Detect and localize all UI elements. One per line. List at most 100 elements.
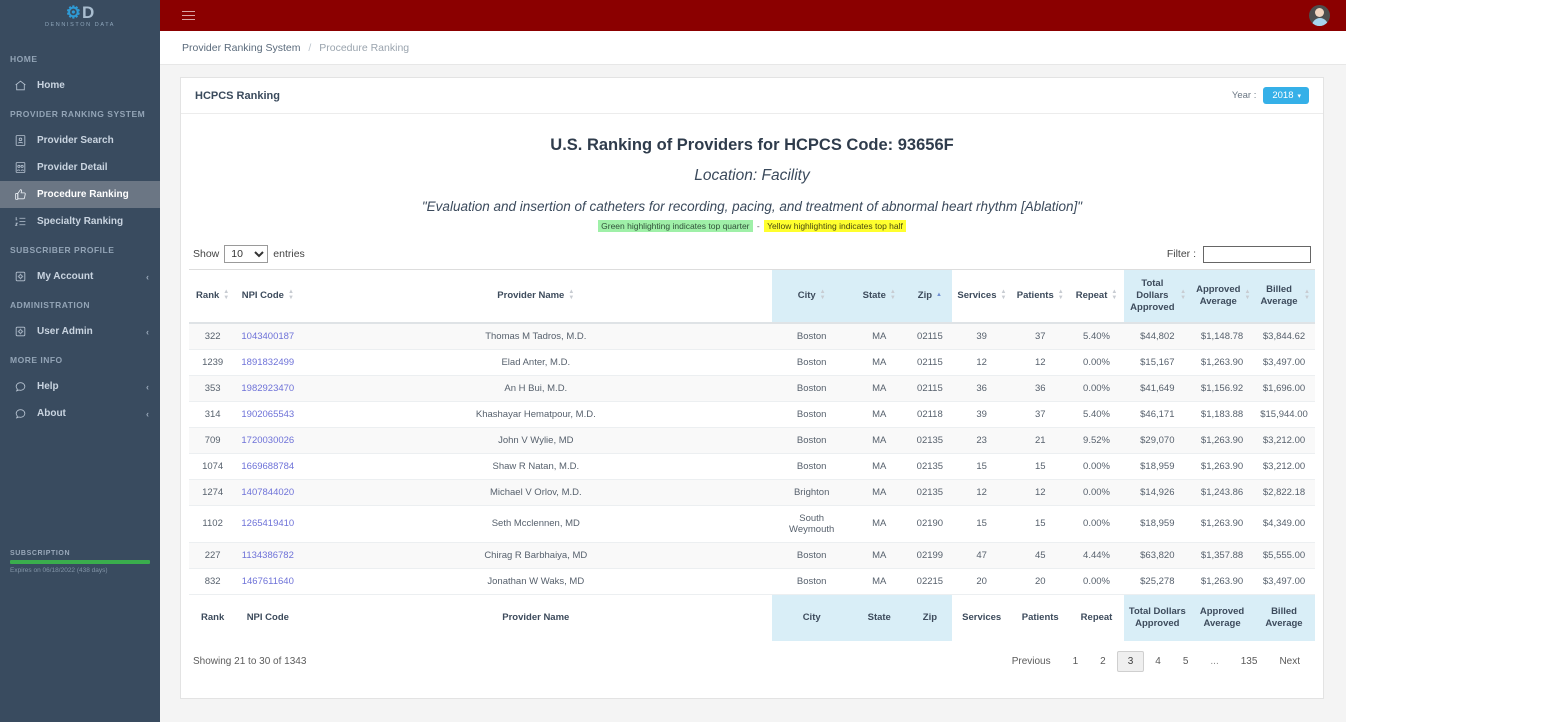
user-avatar-icon[interactable] <box>1309 5 1330 26</box>
npi-link[interactable]: 1134386782 <box>242 550 294 561</box>
cell-repeat: 0.00% <box>1069 479 1124 506</box>
cell-state: MA <box>851 453 908 480</box>
npi-link[interactable]: 1407844020 <box>241 487 294 498</box>
sort-icon[interactable]: ▲ ▼ <box>820 289 826 301</box>
sort-icon[interactable]: ▲ ▼ <box>223 289 229 301</box>
pagination-page-2[interactable]: 2 <box>1089 651 1117 672</box>
pagination-page-5[interactable]: 5 <box>1172 651 1200 672</box>
column-header-repeat[interactable]: Repeat ▲ ▼ <box>1069 268 1124 324</box>
sidebar-item-label: My Account <box>37 270 94 282</box>
column-footer-services: Services <box>952 593 1011 642</box>
cell-npi[interactable]: 1134386782 <box>236 542 300 569</box>
pagination-page-4[interactable]: 4 <box>1144 651 1172 672</box>
column-header-label: Provider Name <box>497 289 565 301</box>
year-dropdown-button[interactable]: 2018 ▾ <box>1263 87 1309 104</box>
sidebar-item-provider-search[interactable]: Provider Search <box>0 127 160 154</box>
column-header-services[interactable]: Services ▲ ▼ <box>952 268 1011 324</box>
cell-services: 12 <box>952 479 1011 506</box>
sidebar-item-my-account[interactable]: My Account ‹ <box>0 263 160 290</box>
brand-logo[interactable]: ⚙ D DENNISTON DATA <box>0 0 160 31</box>
cell-npi[interactable]: 1891832499 <box>236 349 300 376</box>
column-header-city[interactable]: City ▲ ▼ <box>772 268 852 324</box>
logo-letter-d-icon: D <box>81 2 95 22</box>
pagination: Previous 1 2 3 4 5... 135 Next <box>1001 651 1311 673</box>
column-footer-repeat: Repeat <box>1069 593 1124 642</box>
sort-icon[interactable]: ▲ ▼ <box>1111 289 1117 301</box>
user-menu[interactable] <box>1309 5 1330 26</box>
column-header-billed-average[interactable]: Billed Average ▲ ▼ <box>1253 268 1315 324</box>
sort-icon[interactable]: ▲ ▼ <box>568 289 574 301</box>
column-header-zip[interactable]: Zip ▲ <box>907 268 953 324</box>
cell-npi[interactable]: 1407844020 <box>236 479 300 506</box>
column-header-total-dollars-approved[interactable]: Total Dollars Approved ▲ ▼ <box>1123 268 1192 324</box>
cell-npi[interactable]: 1982923470 <box>236 375 300 402</box>
cell-npi[interactable]: 1669688784 <box>236 453 300 480</box>
column-header-patients[interactable]: Patients ▲ ▼ <box>1010 268 1070 324</box>
copyright-footer <box>189 684 1315 698</box>
table-header-row: Rank ▲ ▼ NPI Code ▲ ▼ Provider Name ▲ ▼ City ▲ ▼ Sta… <box>189 268 1315 324</box>
content-right-filler <box>1346 31 1568 722</box>
list-ol-icon <box>14 215 27 228</box>
pagination-page-3[interactable]: 3 <box>1116 651 1145 673</box>
cell-total: $44,802 <box>1123 322 1192 350</box>
column-footer-zip: Zip <box>907 593 953 642</box>
sort-icon[interactable]: ▲ ▼ <box>1001 289 1007 301</box>
filter-input[interactable] <box>1203 245 1311 263</box>
pagination-page-135[interactable]: 135 <box>1230 651 1269 672</box>
cell-services: 47 <box>952 542 1011 569</box>
cell-npi[interactable]: 1720030026 <box>236 427 300 454</box>
column-header-rank[interactable]: Rank ▲ ▼ <box>189 268 237 324</box>
sort-icon[interactable]: ▲ ▼ <box>1058 289 1064 301</box>
content-main: Provider Ranking System / Procedure Rank… <box>160 31 1346 722</box>
table-row: 227 1134386782 Chirag R Barbhaiya, MD Bosto… <box>189 542 1315 569</box>
sidebar-item-provider-detail[interactable]: Provider Detail <box>0 154 160 181</box>
cell-city: South Weymouth <box>772 505 852 543</box>
cell-npi[interactable]: 1265419410 <box>236 505 300 543</box>
sort-icon[interactable]: ▲ ▼ <box>890 289 896 301</box>
npi-link[interactable]: 1265419410 <box>241 518 294 529</box>
column-header-npi-code[interactable]: NPI Code ▲ ▼ <box>236 268 300 324</box>
subscription-progress-bar <box>10 560 150 564</box>
column-footer-patients: Patients <box>1010 593 1070 642</box>
sidebar-item-home[interactable]: Home <box>0 72 160 99</box>
sidebar-item-user-admin[interactable]: User Admin ‹ <box>0 318 160 345</box>
cell-billed: $15,944.00 <box>1253 401 1315 428</box>
cell-name: Khashayar Hematpour, M.D. <box>299 401 773 428</box>
report-description: "Evaluation and insertion of catheters f… <box>421 199 1083 214</box>
sort-icon[interactable]: ▲ ▼ <box>1180 289 1186 301</box>
npi-link[interactable]: 1043400187 <box>241 331 294 342</box>
sidebar-item-help[interactable]: Help ‹ <box>0 373 160 400</box>
hamburger-icon[interactable] <box>182 10 195 21</box>
pagination-page-1[interactable]: 1 <box>1062 651 1090 672</box>
npi-link[interactable]: 1467611640 <box>242 576 294 587</box>
sort-ascending-icon[interactable]: ▲ <box>936 292 942 298</box>
show-entries-select[interactable]: 102550100 <box>224 245 269 263</box>
breadcrumb-root[interactable]: Provider Ranking System <box>182 42 300 54</box>
report-heading: U.S. Ranking of Providers for HCPCS Code… <box>550 136 954 154</box>
sort-icon[interactable]: ▲ ▼ <box>1244 289 1250 301</box>
npi-link[interactable]: 1902065543 <box>241 409 294 420</box>
sidebar-item-procedure-ranking[interactable]: Procedure Ranking <box>0 181 160 208</box>
cell-npi[interactable]: 1902065543 <box>236 401 300 428</box>
pagination-next[interactable]: Next <box>1268 651 1311 672</box>
panel-body: U.S. Ranking of Providers for HCPCS Code… <box>181 114 1323 698</box>
sort-icon[interactable]: ▲ ▼ <box>1304 289 1310 301</box>
cell-rank: 1102 <box>189 505 237 543</box>
sort-icon[interactable]: ▲ ▼ <box>288 289 294 301</box>
column-header-provider-name[interactable]: Provider Name ▲ ▼ <box>299 268 773 324</box>
subscription-block: SUBSCRIPTION Expires on 06/18/2022 (438 … <box>0 550 160 574</box>
cell-npi[interactable]: 1043400187 <box>236 322 300 350</box>
column-header-approved-average[interactable]: Approved Average ▲ ▼ <box>1191 268 1254 324</box>
table-controls: Show 102550100 entries Filter : <box>189 233 1315 269</box>
sidebar-item-specialty-ranking[interactable]: Specialty Ranking <box>0 208 160 235</box>
column-header-state[interactable]: State ▲ ▼ <box>851 268 908 324</box>
npi-link[interactable]: 1669688784 <box>241 461 294 472</box>
cell-state: MA <box>851 568 908 595</box>
pagination-previous[interactable]: Previous <box>1001 651 1062 672</box>
npi-link[interactable]: 1891832499 <box>241 357 294 368</box>
npi-link[interactable]: 1720030026 <box>241 435 294 446</box>
column-footer-city: City <box>772 593 852 642</box>
npi-link[interactable]: 1982923470 <box>241 383 294 394</box>
cell-npi[interactable]: 1467611640 <box>236 568 300 595</box>
sidebar-item-about[interactable]: About ‹ <box>0 400 160 427</box>
